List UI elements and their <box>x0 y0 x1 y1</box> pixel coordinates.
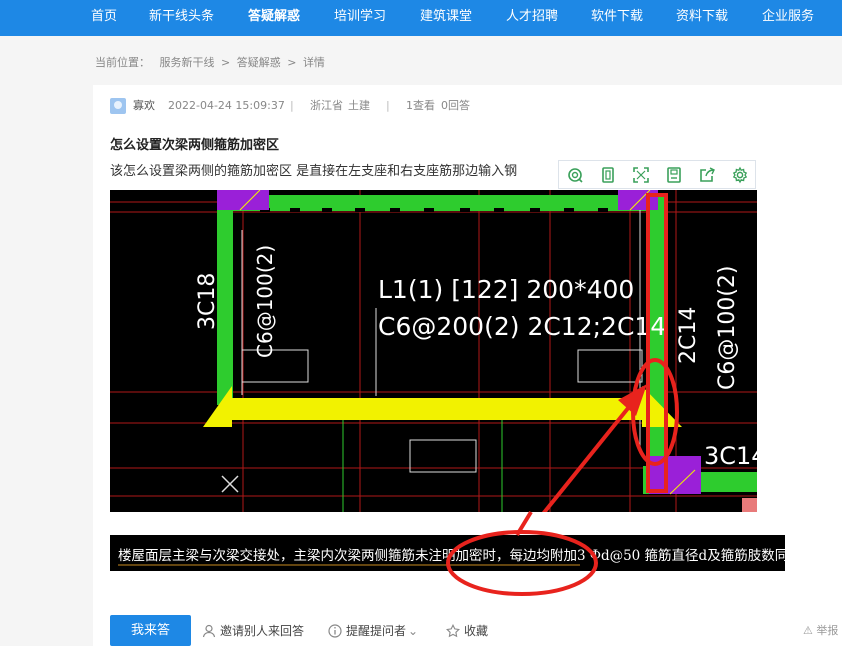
cad-drawing: L1(1) [122] 200*400 C6@200(2) 2C12;2C14 … <box>110 190 757 512</box>
question-body: 该怎么设置梁两侧的箍筋加密区 是直接在左支座和右支座筋那边输入钢 <box>110 164 518 179</box>
breadcrumb-separator: > <box>221 56 231 69</box>
answer-button[interactable]: 我来答 <box>110 615 191 646</box>
nav-item-headlines[interactable]: 新干线头条 <box>149 0 214 36</box>
note-image[interactable]: 楼屋面层主梁与次梁交接处，主梁内次梁两侧箍筋未注明加密时，每边均附加3 Φd@5… <box>110 535 785 571</box>
warning-icon: ⚠ <box>803 624 813 637</box>
cad-beam-label-1: L1(1) [122] 200*400 <box>378 275 634 304</box>
invite-label: 邀请别人来回答 <box>220 624 305 638</box>
favorite-button[interactable]: 收藏 <box>446 622 488 640</box>
invite-button[interactable]: 邀请别人来回答 <box>202 622 304 640</box>
chevron-down-icon: ⌄ <box>408 624 419 638</box>
user-icon <box>202 624 216 638</box>
nav-item-enterprise[interactable]: 企业服务 <box>762 0 814 36</box>
breadcrumb-prefix: 当前位置： <box>95 56 150 69</box>
save-icon[interactable] <box>665 166 683 184</box>
cad-left-rebar: 3C18 <box>195 273 220 330</box>
breadcrumb-item-home[interactable]: 服务新干线 <box>160 56 215 69</box>
nav-item-qa[interactable]: 答疑解惑 <box>248 0 300 36</box>
star-icon <box>446 623 460 638</box>
cad-left-stirrup: C6@100(2) <box>253 245 277 358</box>
meta-divider: | <box>386 99 390 112</box>
report-label: 举报 <box>816 624 839 637</box>
meta-divider: | <box>290 99 294 112</box>
breadcrumb-separator: > <box>287 56 297 69</box>
top-nav: 首页 新干线头条 答疑解惑 培训学习 建筑课堂 人才招聘 软件下载 资料下载 企… <box>0 0 842 36</box>
view-count: 1查看 <box>406 99 435 112</box>
breadcrumb: 当前位置： 服务新干线 > 答疑解惑 > 详情 <box>95 54 325 70</box>
settings-icon[interactable] <box>731 166 749 184</box>
cad-right-rebar: 2C14 <box>676 307 701 364</box>
info-icon <box>328 624 342 638</box>
breadcrumb-item-current: 详情 <box>302 56 325 69</box>
question-image[interactable]: L1(1) [122] 200*400 C6@200(2) 2C12;2C14 … <box>110 190 757 512</box>
nav-item-home[interactable]: 首页 <box>91 0 117 36</box>
avatar[interactable] <box>110 98 126 114</box>
cad-beam-label-2: C6@200(2) 2C12;2C14 <box>378 312 666 341</box>
nav-item-training[interactable]: 培训学习 <box>334 0 386 36</box>
region: 浙江省 <box>310 99 343 112</box>
nav-item-jobs[interactable]: 人才招聘 <box>506 0 558 36</box>
search-icon[interactable] <box>566 166 584 184</box>
fit-icon[interactable] <box>599 166 617 184</box>
report-button[interactable]: ⚠ 举报 <box>803 622 838 638</box>
author-name[interactable]: 寡欢 <box>133 98 155 114</box>
breadcrumb-item-qa[interactable]: 答疑解惑 <box>237 56 281 69</box>
image-toolbar <box>558 160 756 189</box>
note-annotation <box>118 564 580 566</box>
cad-right-stirrup: C6@100(2) <box>715 265 740 390</box>
favorite-label: 收藏 <box>464 624 489 638</box>
remind-button[interactable]: 提醒提问者 ⌄ <box>328 622 418 640</box>
category: 土建 <box>348 99 370 112</box>
cad-bottom-right-rebar: 3C14 <box>704 442 757 470</box>
answer-count: 0回答 <box>441 99 470 112</box>
nav-item-software[interactable]: 软件下载 <box>591 0 643 36</box>
question-title: 怎么设置次梁两侧箍筋加密区 <box>110 138 280 153</box>
fullscreen-icon[interactable] <box>632 166 650 184</box>
remind-label: 提醒提问者 <box>346 624 407 638</box>
nav-item-resources[interactable]: 资料下载 <box>676 0 728 36</box>
post-datetime: 2022-04-24 15:09:37 <box>168 99 285 112</box>
nav-item-classroom[interactable]: 建筑课堂 <box>420 0 472 36</box>
share-icon[interactable] <box>698 166 716 184</box>
